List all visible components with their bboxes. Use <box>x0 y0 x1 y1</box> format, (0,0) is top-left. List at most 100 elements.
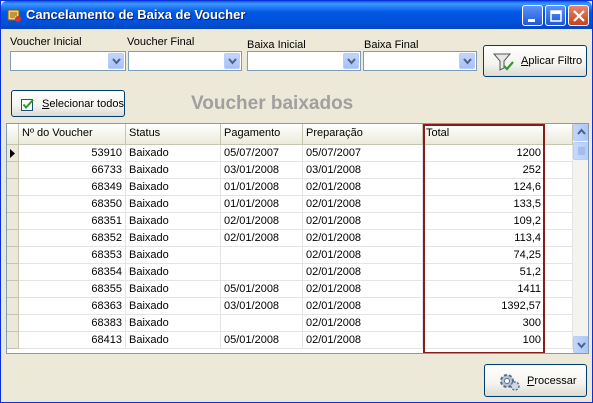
row-filler <box>545 332 573 349</box>
row-selector[interactable] <box>7 213 19 230</box>
status-cell: Baixado <box>126 179 221 196</box>
current-row-arrow-icon <box>10 149 15 158</box>
chevron-down-icon <box>577 342 586 349</box>
total-cell: 124,6 <box>423 179 545 196</box>
process-button[interactable]: Processar <box>484 364 587 397</box>
table-row[interactable]: 66733 Baixado 03/01/2008 03/01/2008 252 <box>7 162 573 179</box>
row-filler <box>545 196 573 213</box>
grip-icon <box>578 147 585 155</box>
row-selector-header <box>7 124 19 145</box>
preparacao-cell: 05/07/2007 <box>303 145 423 162</box>
row-selector[interactable] <box>7 332 19 349</box>
preparacao-cell: 02/01/2008 <box>303 264 423 281</box>
voucher-inicial-dropdown[interactable] <box>10 51 126 71</box>
baixa-inicial-dropdown[interactable] <box>247 51 361 71</box>
preparacao-cell: 02/01/2008 <box>303 281 423 298</box>
total-cell: 300 <box>423 315 545 332</box>
column-header-total[interactable]: Total <box>423 124 545 145</box>
table-row[interactable]: 68413 Baixado 05/01/2008 02/01/2008 100 <box>7 332 573 349</box>
voucher-number-cell: 68363 <box>19 298 126 315</box>
maximize-button[interactable] <box>545 5 566 26</box>
table-row[interactable]: 68350 Baixado 01/01/2008 02/01/2008 133,5 <box>7 196 573 213</box>
row-selector[interactable] <box>7 196 19 213</box>
pagamento-cell <box>221 247 303 264</box>
total-cell: 113,4 <box>423 230 545 247</box>
table-row[interactable]: 68383 Baixado 02/01/2008 300 <box>7 315 573 332</box>
process-label: Processar <box>527 375 577 387</box>
column-header-voucher[interactable]: Nº do Voucher <box>19 124 126 145</box>
chevron-down-icon[interactable] <box>459 53 475 69</box>
close-button[interactable] <box>568 5 589 26</box>
chevron-down-icon[interactable] <box>108 53 124 69</box>
baixa-final-dropdown[interactable] <box>363 51 477 71</box>
voucher-number-cell: 68353 <box>19 247 126 264</box>
scroll-down-button[interactable] <box>573 336 588 353</box>
row-selector[interactable] <box>7 230 19 247</box>
pagamento-cell: 05/07/2007 <box>221 145 303 162</box>
voucher-final-dropdown[interactable] <box>128 51 242 71</box>
voucher-number-cell: 68354 <box>19 264 126 281</box>
table-row[interactable]: 68352 Baixado 02/01/2008 02/01/2008 113,4 <box>7 230 573 247</box>
total-cell: 1200 <box>423 145 545 162</box>
chevron-down-icon[interactable] <box>343 53 359 69</box>
preparacao-cell: 02/01/2008 <box>303 247 423 264</box>
title-bar[interactable]: Cancelamento de Baixa de Voucher <box>1 1 592 29</box>
row-selector[interactable] <box>7 179 19 196</box>
row-selector[interactable] <box>7 264 19 281</box>
table-header: Nº do Voucher Status Pagamento Preparaçã… <box>7 124 573 145</box>
row-selector[interactable] <box>7 247 19 264</box>
row-selector[interactable] <box>7 315 19 332</box>
status-cell: Baixado <box>126 281 221 298</box>
total-cell: 1411 <box>423 281 545 298</box>
preparacao-cell: 03/01/2008 <box>303 162 423 179</box>
voucher-table: Nº do Voucher Status Pagamento Preparaçã… <box>6 123 589 354</box>
scroll-up-button[interactable] <box>573 124 588 141</box>
pagamento-cell: 01/01/2008 <box>221 179 303 196</box>
pagamento-cell: 03/01/2008 <box>221 162 303 179</box>
row-filler <box>545 281 573 298</box>
preparacao-cell: 02/01/2008 <box>303 196 423 213</box>
pagamento-cell <box>221 264 303 281</box>
apply-filter-button[interactable]: Aplicar Filtro <box>483 45 587 77</box>
table-row[interactable]: 68351 Baixado 02/01/2008 02/01/2008 109,2 <box>7 213 573 230</box>
voucher-number-cell: 68355 <box>19 281 126 298</box>
checkbox-check-icon <box>21 99 34 111</box>
pagamento-cell: 01/01/2008 <box>221 196 303 213</box>
column-header-status[interactable]: Status <box>126 124 221 145</box>
vertical-scrollbar[interactable] <box>573 124 588 353</box>
status-cell: Baixado <box>126 264 221 281</box>
status-cell: Baixado <box>126 230 221 247</box>
row-filler <box>545 230 573 247</box>
row-selector[interactable] <box>7 281 19 298</box>
status-cell: Baixado <box>126 196 221 213</box>
chevron-down-icon[interactable] <box>224 53 240 69</box>
table-row[interactable]: 68363 Baixado 03/01/2008 02/01/2008 1392,57 <box>7 298 573 315</box>
row-filler <box>545 264 573 281</box>
row-selector[interactable] <box>7 298 19 315</box>
voucher-number-cell: 66733 <box>19 162 126 179</box>
table-row[interactable]: 53910 Baixado 05/07/2007 05/07/2007 1200 <box>7 145 573 162</box>
row-selector[interactable] <box>7 162 19 179</box>
select-all-label: Selecionar todos <box>42 98 124 110</box>
total-cell: 109,2 <box>423 213 545 230</box>
minimize-button[interactable] <box>522 5 543 26</box>
row-filler <box>545 179 573 196</box>
table-row[interactable]: 68353 Baixado 02/01/2008 74,25 <box>7 247 573 264</box>
column-header-pagamento[interactable]: Pagamento <box>221 124 303 145</box>
column-header-preparacao[interactable]: Preparação <box>303 124 423 145</box>
row-filler <box>545 145 573 162</box>
select-all-button[interactable]: Selecionar todos <box>11 90 125 117</box>
preparacao-cell: 02/01/2008 <box>303 213 423 230</box>
row-selector[interactable] <box>7 145 19 162</box>
table-row[interactable]: 68355 Baixado 05/01/2008 02/01/2008 1411 <box>7 281 573 298</box>
voucher-number-cell: 68350 <box>19 196 126 213</box>
status-cell: Baixado <box>126 162 221 179</box>
status-cell: Baixado <box>126 298 221 315</box>
table-row[interactable]: 68354 Baixado 02/01/2008 51,2 <box>7 264 573 281</box>
apply-filter-label: Aplicar Filtro <box>521 55 583 67</box>
table-row[interactable]: 68349 Baixado 01/01/2008 02/01/2008 124,6 <box>7 179 573 196</box>
voucher-number-cell: 68352 <box>19 230 126 247</box>
total-cell: 74,25 <box>423 247 545 264</box>
scroll-thumb[interactable] <box>573 142 588 160</box>
page-heading: Voucher baixados <box>191 93 354 114</box>
